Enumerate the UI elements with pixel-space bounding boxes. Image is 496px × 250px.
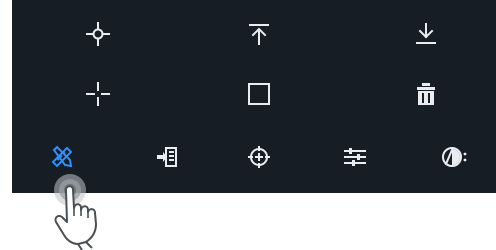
download-icon [416, 23, 436, 44]
target-icon [248, 146, 270, 168]
import-button[interactable] [151, 141, 183, 173]
crosshair-gap-button[interactable] [82, 78, 114, 110]
tap-hand-icon [54, 174, 97, 250]
crosshair-plus-icon [86, 22, 110, 46]
settings-sliders-button[interactable] [339, 141, 371, 173]
square-icon [248, 83, 270, 105]
download-button[interactable] [410, 18, 442, 50]
crosshair-plus-button[interactable] [82, 18, 114, 50]
sliders-icon [344, 148, 366, 166]
import-icon [157, 147, 177, 167]
align-top-button[interactable] [243, 18, 275, 50]
crosshair-gap-icon [86, 82, 110, 106]
trash-icon [417, 83, 435, 105]
align-top-icon [249, 24, 269, 45]
rotate-icon [442, 147, 467, 167]
square-button[interactable] [243, 78, 275, 110]
rotate-button[interactable] [438, 141, 470, 173]
delete-button[interactable] [410, 78, 442, 110]
target-button[interactable] [243, 141, 275, 173]
tap-gesture-hint [48, 160, 138, 250]
